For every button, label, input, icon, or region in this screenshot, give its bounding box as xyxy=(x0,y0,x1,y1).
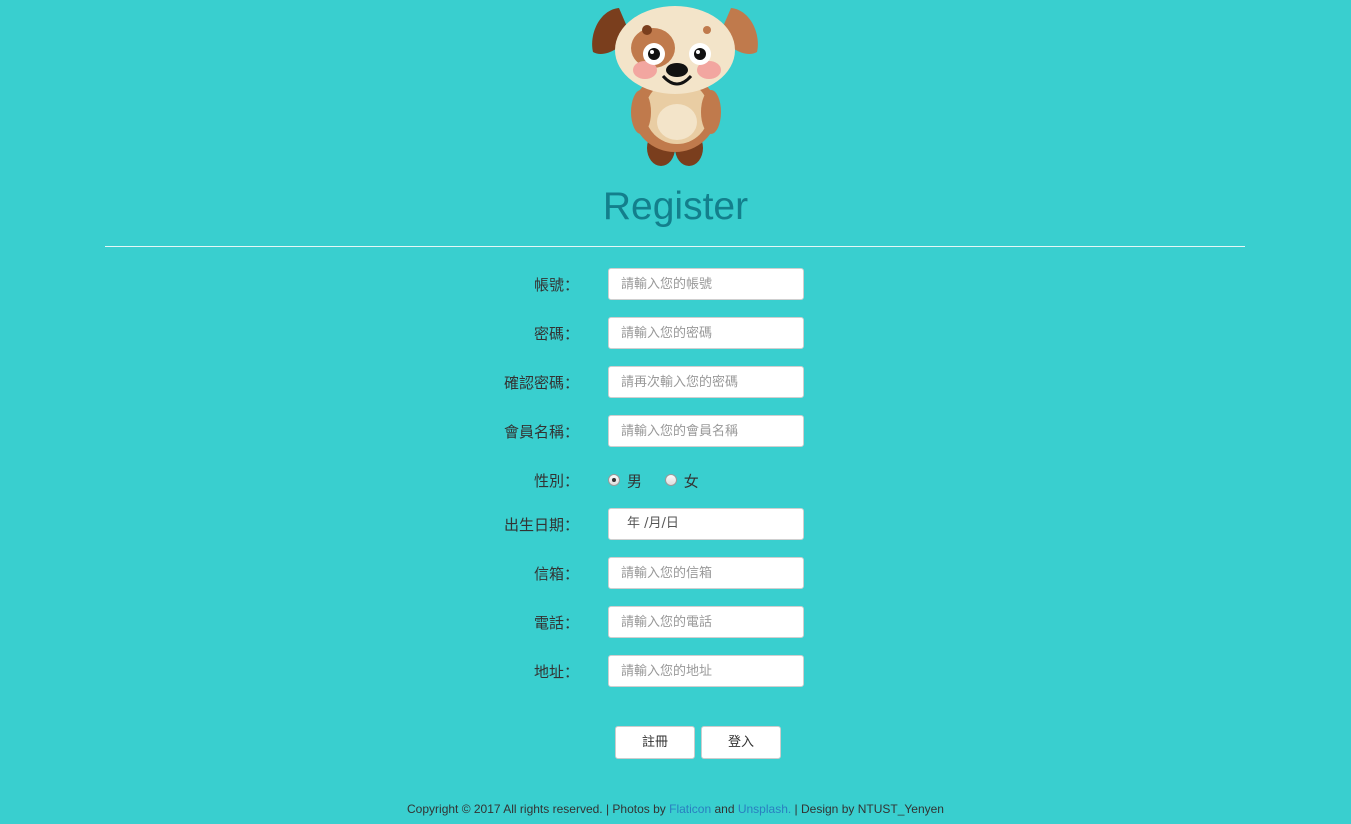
title-divider xyxy=(105,246,1245,247)
phone-label: 電話： xyxy=(533,614,579,632)
phone-input[interactable] xyxy=(608,606,804,638)
password-label: 密碼： xyxy=(533,325,579,343)
gender-option-female[interactable]: 女 xyxy=(664,464,699,499)
form-row-password: 密碼： xyxy=(0,317,1351,351)
birthday-date-input[interactable]: 年 /月/日 xyxy=(608,508,804,540)
address-input[interactable] xyxy=(608,655,804,687)
member-name-label: 會員名稱： xyxy=(503,423,579,441)
form-row-phone: 電話： xyxy=(0,606,1351,640)
gender-radio-group: 男 女 xyxy=(608,464,717,498)
confirm-password-label: 確認密碼： xyxy=(503,374,579,392)
radio-female[interactable] xyxy=(664,473,677,486)
password-input[interactable] xyxy=(608,317,804,349)
account-label: 帳號： xyxy=(533,276,579,294)
gender-option-male[interactable]: 男 xyxy=(608,464,642,499)
register-button[interactable]: 註冊 xyxy=(615,726,695,759)
dog-mascot-logo xyxy=(592,6,758,166)
account-input[interactable] xyxy=(608,268,804,300)
form-row-address: 地址： xyxy=(0,655,1351,689)
form-row-gender: 性別： 男 女 xyxy=(0,464,1351,498)
birthday-label: 出生日期： xyxy=(503,516,579,534)
form-row-birthday: 出生日期： 年 /月/日 xyxy=(0,508,1351,542)
footer-copyright: Copyright © 2017 All rights reserved. | … xyxy=(407,802,670,816)
form-row-email: 信箱： xyxy=(0,557,1351,591)
footer: Copyright © 2017 All rights reserved. | … xyxy=(0,802,1351,816)
radio-male[interactable] xyxy=(608,473,620,486)
gender-label: 性別： xyxy=(533,472,579,490)
register-page: Register 帳號： 密碼： 確認密碼： 會員名稱： 性別： 男 女 出生日… xyxy=(0,0,1351,824)
login-button[interactable]: 登入 xyxy=(701,726,781,759)
form-row-account: 帳號： xyxy=(0,268,1351,302)
page-title: Register xyxy=(602,185,749,228)
email-label: 信箱： xyxy=(533,565,579,583)
unsplash-link[interactable]: Unsplash. xyxy=(738,802,791,816)
address-label: 地址： xyxy=(533,663,579,681)
form-row-confirm-password: 確認密碼： xyxy=(0,366,1351,400)
confirm-password-input[interactable] xyxy=(608,366,804,398)
footer-and: and xyxy=(711,802,738,816)
footer-design: | Design by NTUST_Yenyen xyxy=(791,802,944,816)
gender-male-label: 男 xyxy=(627,472,643,491)
email-input[interactable] xyxy=(608,557,804,589)
flaticon-link[interactable]: Flaticon xyxy=(669,802,711,816)
gender-female-label: 女 xyxy=(683,472,699,491)
form-row-member-name: 會員名稱： xyxy=(0,415,1351,449)
member-name-input[interactable] xyxy=(608,415,804,447)
